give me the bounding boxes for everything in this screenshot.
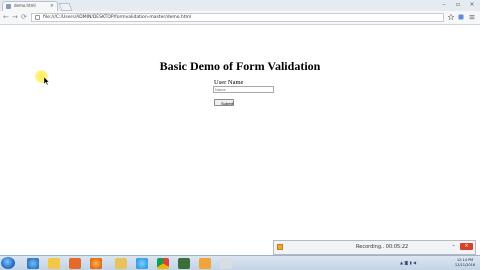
clock[interactable]: 12:14 PM 12/11/2016 (452, 258, 478, 267)
mouse-cursor-icon (44, 77, 50, 86)
recorder-icon (277, 244, 283, 250)
forward-button[interactable]: → (12, 13, 18, 21)
browser-tab[interactable]: demo.html × (2, 1, 58, 11)
paint-icon[interactable] (199, 258, 211, 269)
recording-minimize-button[interactable]: – (452, 243, 455, 249)
page-icon (6, 4, 11, 9)
submit-button[interactable]: Submit (214, 99, 234, 106)
extension-icon[interactable] (458, 14, 464, 20)
maximize-button[interactable]: ▫ (452, 0, 464, 9)
recording-close-button[interactable]: × (460, 243, 473, 250)
tab-strip: demo.html × – ▫ × (0, 0, 480, 11)
tab-close-icon[interactable]: × (50, 3, 54, 9)
back-button[interactable]: ← (3, 13, 9, 21)
taskbar: ▲ ◙ ▮ ◀ 12:14 PM 12/11/2016 (0, 255, 480, 270)
recording-popup: Recording.. 00:05:22 – × (273, 240, 476, 255)
recorder-icon[interactable] (220, 258, 232, 269)
clock-date: 12/11/2016 (454, 262, 476, 267)
browser-toolbar: ← → ⟳ file:///C:/Users/ADMIN/DESKTOP/for… (0, 11, 480, 25)
address-bar[interactable]: file:///C:/Users/ADMIN/DESKTOP/formvalid… (31, 13, 444, 22)
folder-icon[interactable] (115, 258, 127, 269)
explorer-icon[interactable] (48, 258, 60, 269)
menu-icon[interactable] (469, 14, 475, 20)
reload-button[interactable]: ⟳ (21, 13, 27, 21)
username-label: User Name (214, 79, 244, 86)
start-button[interactable] (1, 257, 15, 269)
url-text: file:///C:/Users/ADMIN/DESKTOP/formvalid… (43, 15, 192, 20)
tab-title: demo.html (14, 3, 36, 8)
recording-status: Recording.. 00:05:22 (356, 244, 409, 250)
minimize-button[interactable]: – (438, 0, 450, 9)
bookmark-star-icon[interactable] (448, 14, 454, 20)
ie-icon[interactable] (27, 258, 39, 269)
skype-icon[interactable] (136, 258, 148, 269)
page-title: Basic Demo of Form Validation (159, 59, 321, 73)
new-tab-button[interactable] (58, 3, 73, 11)
close-window-button[interactable]: × (466, 0, 478, 9)
media-icon[interactable] (69, 258, 81, 269)
firefox-icon[interactable] (90, 258, 102, 269)
system-tray[interactable]: ▲ ◙ ▮ ◀ (400, 260, 416, 265)
page-info-icon[interactable] (35, 15, 40, 20)
dreamweaver-icon[interactable] (178, 258, 190, 269)
chrome-icon[interactable] (157, 258, 169, 269)
username-input[interactable] (213, 86, 274, 93)
